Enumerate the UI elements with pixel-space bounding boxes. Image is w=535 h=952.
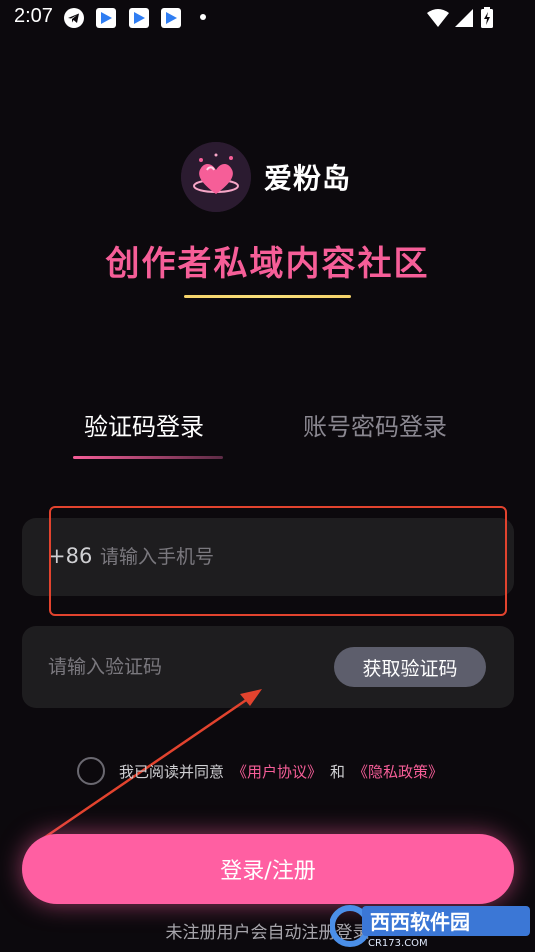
signal-icon xyxy=(455,9,473,27)
privacy-policy-link[interactable]: 《隐私政策》 xyxy=(353,761,443,782)
agreement-checkbox[interactable] xyxy=(77,757,105,785)
get-code-button[interactable]: 获取验证码 xyxy=(334,647,486,687)
user-agreement-link[interactable]: 《用户协议》 xyxy=(232,761,322,782)
more-notifications-dot xyxy=(200,14,206,20)
agreement-and: 和 xyxy=(330,762,346,781)
app-logo xyxy=(181,142,251,212)
status-time: 2:07 xyxy=(14,5,53,27)
telegram-icon xyxy=(64,8,84,28)
country-code[interactable]: +86 xyxy=(48,544,92,568)
phone-field: +86 xyxy=(22,518,514,596)
app-slogan: 创作者私域内容社区 xyxy=(105,244,430,284)
wifi-icon xyxy=(427,9,449,27)
annotation-arrow-icon xyxy=(31,689,262,848)
agreement-row: 我已阅读并同意 《用户协议》 和 《隐私政策》 xyxy=(77,756,443,786)
phone-input[interactable] xyxy=(100,540,480,574)
watermark-logo-icon: 西西软件园 CR173.COM xyxy=(330,905,530,948)
watermark-text: 西西软件园 xyxy=(370,910,470,934)
active-tab-indicator xyxy=(73,456,223,459)
login-register-button[interactable]: 登录/注册 xyxy=(22,834,514,904)
battery-charging-icon xyxy=(481,7,493,28)
tab-password-login[interactable]: 账号密码登录 xyxy=(303,407,447,442)
tab-sms-login[interactable]: 验证码登录 xyxy=(84,407,204,442)
status-bar: 2:07 xyxy=(0,0,535,34)
verification-code-field: 获取验证码 xyxy=(22,626,514,708)
app-name: 爱粉岛 xyxy=(264,162,352,195)
app-notification-icon xyxy=(96,8,116,28)
heart-logo-icon xyxy=(181,142,251,212)
app-notification-icon xyxy=(161,8,181,28)
agreement-text: 我已阅读并同意 xyxy=(119,762,225,781)
verification-code-input[interactable] xyxy=(48,650,338,684)
watermark-subtext: CR173.COM xyxy=(368,938,428,948)
app-notification-icon xyxy=(129,8,149,28)
slogan-underline xyxy=(184,295,351,298)
